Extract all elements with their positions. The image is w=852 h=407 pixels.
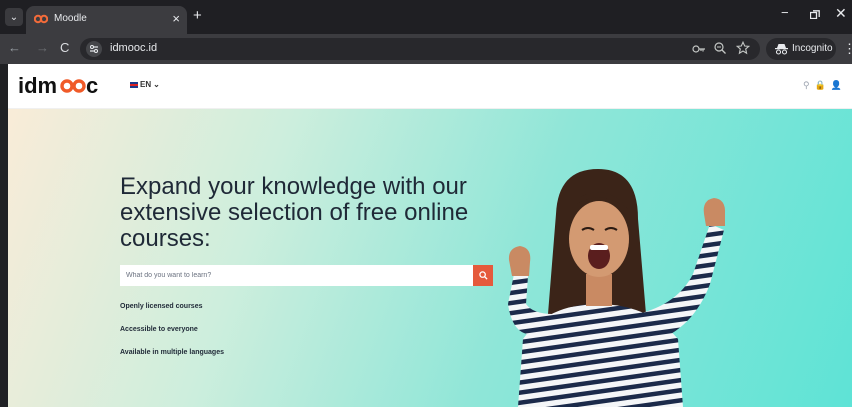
language-label: EN xyxy=(140,80,152,89)
address-bar[interactable]: idmooc.id xyxy=(80,38,760,60)
star-icon[interactable] xyxy=(736,41,750,55)
tab-title: Moodle xyxy=(54,13,87,24)
hero-section: Expand your knowledge with our extensive… xyxy=(8,109,852,407)
incognito-label: Incognito xyxy=(792,43,833,54)
kebab-menu-icon[interactable]: ⋮ xyxy=(843,41,852,57)
idmooc-logo[interactable]: idm c xyxy=(18,73,110,99)
header-actions: ⚲ 🔒 👤 xyxy=(803,80,842,91)
zoom-icon[interactable] xyxy=(713,41,727,55)
browser-tab-strip: ⌄ Moodle × + − ✕ xyxy=(0,0,852,34)
site-info-icon[interactable] xyxy=(86,41,102,57)
url-text[interactable]: idmooc.id xyxy=(110,42,157,54)
back-arrow-icon[interactable]: ← xyxy=(8,40,21,55)
site-header: idm c EN ⌄ ⚲ 🔒 👤 xyxy=(8,64,852,109)
window-close-icon[interactable]: ✕ xyxy=(835,5,847,22)
tab-close-icon[interactable]: × xyxy=(172,11,180,26)
web-page: idm c EN ⌄ ⚲ 🔒 👤 Expand your knowledge w… xyxy=(8,64,852,407)
forward-arrow-icon[interactable]: → xyxy=(36,40,49,55)
feature-item: Accessible to everyone xyxy=(120,326,198,333)
course-search-input[interactable] xyxy=(120,265,473,286)
user-icon[interactable]: 👤 xyxy=(831,80,842,91)
uk-flag-icon xyxy=(130,81,138,88)
moodle-favicon xyxy=(34,14,48,24)
incognito-indicator[interactable]: Incognito xyxy=(766,38,836,60)
restore-icon[interactable] xyxy=(810,10,820,19)
tune-icon xyxy=(90,45,98,53)
svg-text:c: c xyxy=(86,73,98,98)
language-selector[interactable]: EN ⌄ xyxy=(130,80,160,89)
tab-search-icon[interactable]: ⌄ xyxy=(5,8,23,26)
tab-moodle[interactable]: Moodle × xyxy=(26,6,187,34)
feature-item: Available in multiple languages xyxy=(120,349,224,356)
chevron-down-icon: ⌄ xyxy=(153,80,160,89)
feature-item: Openly licensed courses xyxy=(120,303,203,310)
svg-text:idm: idm xyxy=(18,73,57,98)
hero-headline: Expand your knowledge with our extensive… xyxy=(120,173,469,252)
search-icon[interactable]: ⚲ xyxy=(803,80,810,91)
minimize-icon[interactable]: − xyxy=(781,5,789,20)
reload-icon[interactable]: C xyxy=(60,40,69,55)
incognito-icon xyxy=(775,44,788,55)
course-search-bar xyxy=(120,265,493,286)
lock-icon[interactable]: 🔒 xyxy=(815,80,826,91)
browser-toolbar: ← → C idmooc.id Incognito ⋮ xyxy=(0,34,852,64)
hero-woman-image xyxy=(508,169,726,407)
new-tab-icon[interactable]: + xyxy=(193,7,202,24)
key-icon[interactable] xyxy=(692,42,706,56)
